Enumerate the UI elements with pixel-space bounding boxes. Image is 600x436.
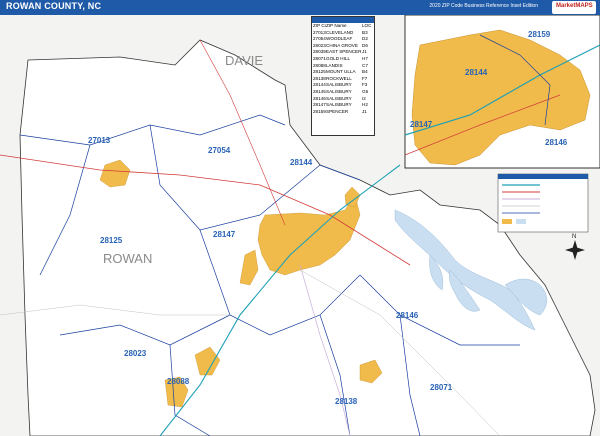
zip-code-cell: 28147 <box>313 102 326 108</box>
zip-label-28023: 28023 <box>124 349 147 358</box>
zip-label-28138: 28138 <box>335 397 358 406</box>
table-row: 27013 CLEVELAND B3 <box>312 30 374 37</box>
zip-reference-table: ZIP Code ZIP Name LOC 27013CLEVELANDB327… <box>311 16 375 136</box>
zip-label-28071: 28071 <box>430 383 453 392</box>
zip-name-cell: SALISBURY <box>326 88 352 94</box>
zip-code-cell: 27054 <box>313 36 326 42</box>
zip-name-cell: GOLD HILL <box>326 55 350 61</box>
zip-code-cell: 28145 <box>313 88 326 94</box>
zip-code-cell: 28144 <box>313 82 326 88</box>
table-row: 28023 CHINA GROVE D6 <box>312 43 374 50</box>
zip-label-28125: 28125 <box>100 236 123 245</box>
map-title: ROWAN COUNTY, NC <box>6 1 102 11</box>
map-frame: ROWAN COUNTY, NC 2020 ZIP Code Business … <box>0 0 600 436</box>
zip-code-cell: 28088 <box>313 62 326 68</box>
zip-label-28144: 28144 <box>290 158 313 167</box>
table-row: 28039 EAST SPENCER J1 <box>312 49 374 56</box>
loc-cell: G5 <box>362 88 369 94</box>
zip-code-cell: 28039 <box>313 49 326 55</box>
table-row: 28071 GOLD HILL H7 <box>312 56 374 63</box>
table-body: 27013 CLEVELAND B3 27054 WOODLEAF D2 28023 CHIN… <box>312 30 374 116</box>
zip-code-cell: 28023 <box>313 42 326 48</box>
table-row: 28159 SPENCER J1 <box>312 109 374 116</box>
header-loc: LOC <box>362 23 372 28</box>
map-key <box>497 173 589 233</box>
inset-zip-label-28159: 28159 <box>528 30 551 39</box>
compass-label: N <box>572 234 576 240</box>
logo-text: MarketMAPS <box>556 3 593 9</box>
zip-label-28088: 28088 <box>167 377 190 386</box>
loc-cell: B4 <box>362 69 368 75</box>
zip-label-28146: 28146 <box>396 311 419 320</box>
zip-name-cell: CHINA GROVE <box>326 42 358 48</box>
loc-cell: D6 <box>362 42 368 48</box>
loc-cell: F3 <box>362 82 368 88</box>
zip-code-cell: 28138 <box>313 75 326 81</box>
zip-code-cell: 28146 <box>313 95 326 101</box>
zip-name-cell: LANDIS <box>326 62 343 68</box>
header-zip-code: ZIP Code <box>313 23 326 28</box>
zip-name-cell: ROCKWELL <box>326 75 352 81</box>
inset-zip-label-28144: 28144 <box>465 68 488 77</box>
zip-name-cell: EAST SPENCER <box>326 49 362 55</box>
zip-label-28147: 28147 <box>213 230 236 239</box>
table-row: 28125 MOUNT ULLA B4 <box>312 69 374 76</box>
table-row: 28146 SALISBURY I2 <box>312 96 374 103</box>
table-row: 28144 SALISBURY F3 <box>312 82 374 89</box>
loc-cell: H7 <box>362 55 368 61</box>
table-row: 28145 SALISBURY G5 <box>312 89 374 96</box>
loc-cell: F7 <box>362 75 368 81</box>
inset-zip-label-28147: 28147 <box>410 120 433 129</box>
county-map[interactable]: DAVIE ROWAN 27013 27054 28144 28125 2814… <box>0 15 600 436</box>
zip-code-cell: 27013 <box>313 29 326 35</box>
zip-label-27054: 27054 <box>208 146 231 155</box>
zip-code-cell: 28125 <box>313 69 326 75</box>
publisher-logo: MarketMAPS <box>552 1 596 14</box>
zip-code-cell: 28071 <box>313 55 326 61</box>
table-row: 28138 ROCKWELL F7 <box>312 76 374 83</box>
zip-name-cell: WOODLEAF <box>326 36 353 42</box>
county-label: ROWAN <box>103 251 152 266</box>
loc-cell: B3 <box>362 29 368 35</box>
zip-name-cell: CLEVELAND <box>326 29 354 35</box>
zip-name-cell: SALISBURY <box>326 95 352 101</box>
inset-zip-label-28146: 28146 <box>545 138 568 147</box>
table-row: 28088 LANDIS C7 <box>312 63 374 70</box>
loc-cell: J1 <box>362 49 367 55</box>
zip-code-cell: 28159 <box>313 108 326 114</box>
zip-name-cell: SALISBURY <box>326 102 352 108</box>
loc-cell: J1 <box>362 108 367 114</box>
loc-cell: I2 <box>362 95 366 101</box>
loc-cell: D2 <box>362 36 368 42</box>
zip-label-27013: 27013 <box>88 136 111 145</box>
map-subtitle: 2020 ZIP Code Business Reference Inset E… <box>429 3 538 9</box>
zip-name-cell: SALISBURY <box>326 82 352 88</box>
loc-cell: H2 <box>362 102 368 108</box>
inset-map[interactable]: 28159 28144 28147 28146 <box>404 15 600 169</box>
zip-name-cell: SPENCER <box>326 108 349 114</box>
zip-name-cell: MOUNT ULLA <box>326 69 356 75</box>
title-bar: ROWAN COUNTY, NC 2020 ZIP Code Business … <box>0 0 600 15</box>
table-row: 27054 WOODLEAF D2 <box>312 36 374 43</box>
loc-cell: C7 <box>362 62 368 68</box>
table-row: 28147 SALISBURY H2 <box>312 102 374 109</box>
header-zip-name: ZIP Name <box>326 23 347 28</box>
neighbor-label-davie: DAVIE <box>225 53 263 68</box>
table-header-row: ZIP Code ZIP Name LOC <box>312 23 374 30</box>
